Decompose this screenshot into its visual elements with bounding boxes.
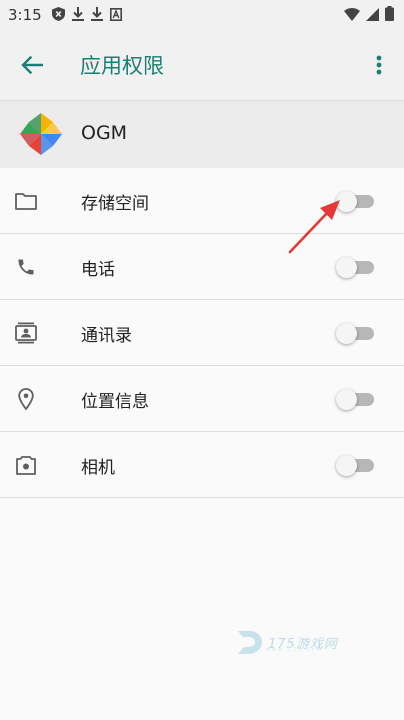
permission-row-camera[interactable]: 相机 bbox=[0, 432, 404, 498]
overflow-menu-button[interactable] bbox=[368, 50, 390, 80]
permission-label: 相机 bbox=[81, 458, 115, 478]
watermark-subtext: www.175.com bbox=[266, 647, 324, 653]
download-icon bbox=[71, 6, 84, 25]
location-toggle[interactable] bbox=[336, 388, 376, 410]
phone-toggle[interactable] bbox=[336, 256, 376, 278]
permission-label: 通讯录 bbox=[81, 326, 132, 346]
contacts-icon bbox=[14, 321, 38, 345]
permission-label: 存储空间 bbox=[81, 194, 149, 214]
permission-row-contacts[interactable]: 通讯录 bbox=[0, 300, 404, 366]
app-name: OGM bbox=[81, 122, 128, 144]
watermark-logo-icon bbox=[238, 631, 262, 654]
status-notification-icons bbox=[51, 6, 122, 25]
app-info-header: OGM bbox=[0, 100, 404, 168]
pinwheel-logo-icon bbox=[16, 109, 66, 159]
download-icon bbox=[90, 6, 103, 25]
permission-row-location[interactable]: 位置信息 bbox=[0, 366, 404, 432]
permission-label: 电话 bbox=[81, 260, 115, 280]
battery-icon bbox=[385, 5, 394, 25]
shield-x-icon bbox=[51, 6, 65, 25]
watermark: 175游戏网 www.175.com bbox=[234, 627, 338, 657]
status-system-icons bbox=[344, 5, 394, 25]
signal-icon bbox=[366, 6, 379, 25]
app-bar: 应用权限 bbox=[0, 30, 404, 100]
page-title: 应用权限 bbox=[80, 54, 164, 78]
camera-icon bbox=[14, 453, 38, 477]
contacts-toggle[interactable] bbox=[336, 322, 376, 344]
annotation-arrow-icon bbox=[288, 200, 340, 254]
back-button[interactable] bbox=[18, 51, 46, 79]
status-time: 3:15 bbox=[8, 6, 42, 24]
permission-label: 位置信息 bbox=[81, 392, 149, 412]
a-box-icon bbox=[109, 6, 122, 25]
more-vert-icon bbox=[376, 55, 382, 75]
phone-icon bbox=[14, 255, 38, 279]
arrow-left-icon bbox=[21, 56, 43, 74]
folder-icon bbox=[14, 189, 38, 213]
status-bar: 3:15 bbox=[0, 0, 404, 30]
camera-toggle[interactable] bbox=[336, 454, 376, 476]
wifi-icon bbox=[344, 6, 360, 25]
location-icon bbox=[14, 387, 38, 411]
